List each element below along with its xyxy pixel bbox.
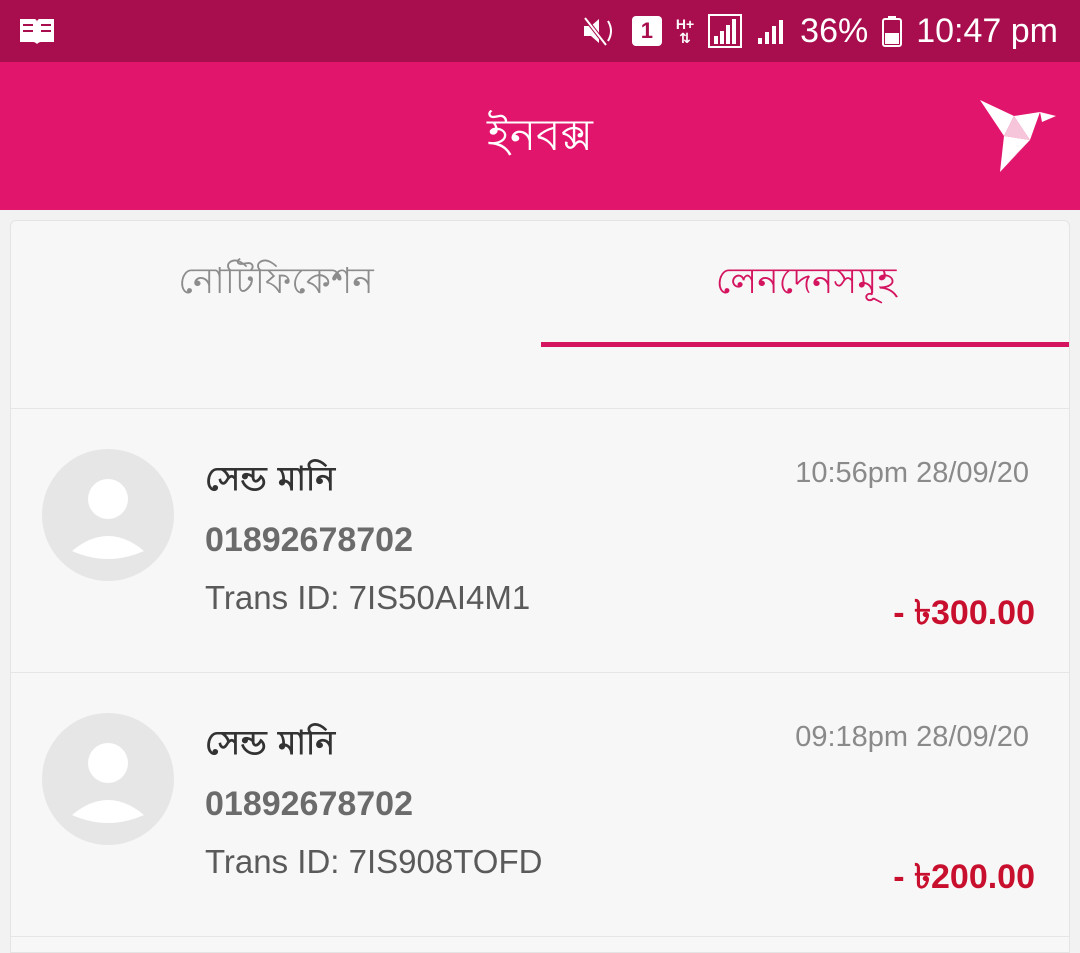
transaction-type: সেন্ড মানি	[205, 723, 336, 762]
tab-notifications[interactable]: নোটিফিকেশন	[11, 221, 541, 347]
transaction-id-label: Trans ID:	[205, 843, 340, 880]
transaction-id-row: Trans ID: 7IS50AI4M1	[205, 579, 530, 617]
battery-icon	[882, 16, 903, 47]
user-placeholder-icon	[72, 743, 144, 823]
tab-transactions[interactable]: লেনদেনসমূহ	[541, 221, 1069, 347]
transaction-id-value: 7IS908TOFD	[348, 843, 543, 880]
battery-percentage: 36%	[800, 11, 869, 50]
transaction-id-row: Trans ID: 7IS908TOFD	[205, 843, 542, 881]
transaction-id-label: Trans ID:	[205, 579, 340, 616]
transaction-item[interactable]: সেন্ড মানি 01892678702 Trans ID: 7IS908T…	[11, 673, 1069, 937]
page-title: ইনবক্স	[487, 110, 593, 161]
transaction-item[interactable]: সেন্ড মানি 01892678702 Trans ID: 7IS50AI…	[11, 409, 1069, 673]
inbox-card: নোটিফিকেশন লেনদেনসমূহ সেন্ড মানি 0189267…	[10, 220, 1070, 953]
app-bar: ইনবক্স	[0, 62, 1080, 210]
transaction-id-value: 7IS50AI4M1	[348, 579, 531, 616]
network-type-indicator: H+ ⇅	[675, 16, 695, 46]
avatar	[42, 449, 174, 581]
transaction-type: সেন্ড মানি	[205, 459, 336, 498]
user-placeholder-icon	[72, 479, 144, 559]
transaction-amount: - ৳300.00	[893, 594, 1035, 632]
transaction-account-number: 01892678702	[205, 521, 414, 559]
transaction-amount: - ৳200.00	[893, 858, 1035, 896]
status-bar: 1 H+ ⇅ 36% 10:47 pm	[0, 0, 1080, 62]
tab-bar: নোটিফিকেশন লেনদেনসমূহ	[11, 221, 1069, 347]
sim-slot-badge: 1	[631, 16, 662, 46]
transaction-timestamp: 10:56pm 28/09/20	[795, 457, 1029, 489]
transaction-timestamp: 09:18pm 28/09/20	[795, 721, 1029, 753]
bkash-bird-logo-icon[interactable]	[978, 96, 1058, 176]
book-icon	[20, 19, 54, 44]
signal-strength-icon	[708, 14, 743, 48]
clock-time: 10:47 pm	[916, 11, 1058, 50]
transaction-account-number: 01892678702	[205, 785, 414, 823]
mute-icon	[583, 16, 612, 47]
avatar	[42, 713, 174, 845]
list-item-partial[interactable]	[11, 347, 1069, 409]
signal-strength-secondary-icon	[758, 20, 784, 44]
